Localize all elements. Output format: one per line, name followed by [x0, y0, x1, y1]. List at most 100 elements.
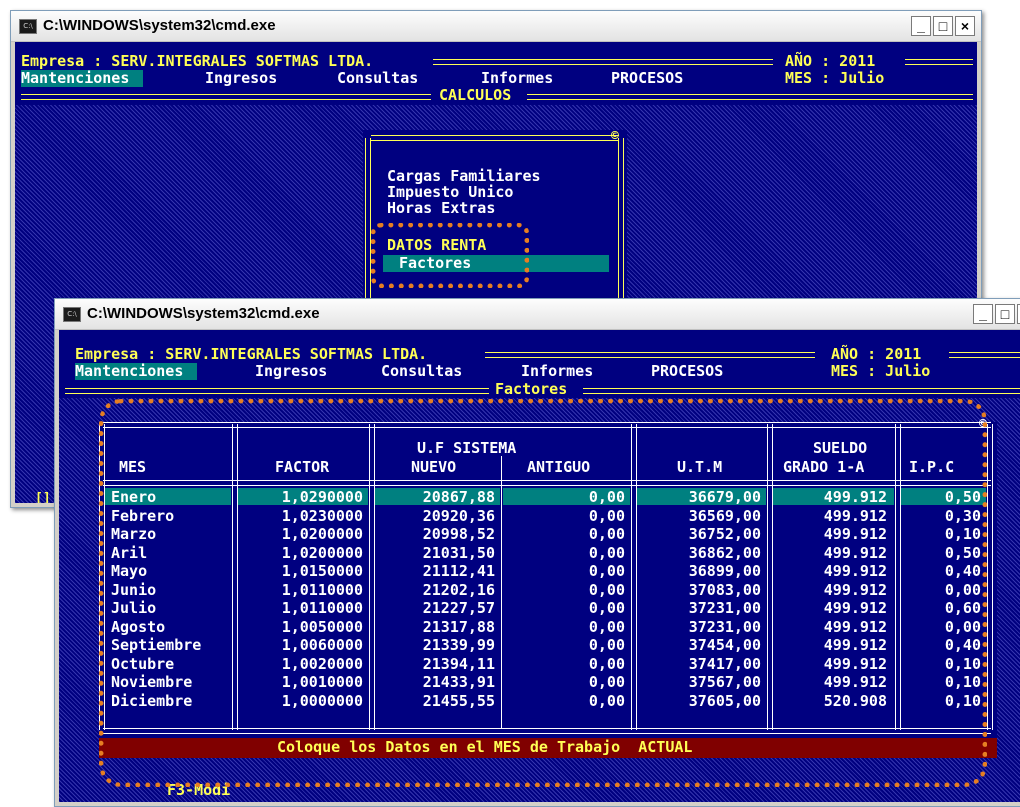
cell-antiguo: 0,00	[588, 636, 625, 654]
cell-utm: 37567,00	[688, 673, 761, 691]
cell-mes: Febrero	[111, 506, 175, 525]
cell-mes: Junio	[111, 580, 157, 599]
header-ipc: I.P.C	[909, 458, 955, 476]
table-row[interactable]: Mayo 1,0150000 21112,41 0,00 36899,00 499.912…	[99, 562, 997, 581]
front-console-area: Empresa : SERV.INTEGRALES SOFTMAS LTDA. …	[59, 330, 1020, 802]
table-row[interactable]: Enero 1,0290000 20867,88 0,00 36679,00 499.91…	[99, 488, 997, 507]
section-rule-right	[527, 94, 973, 100]
company-header: Empresa : SERV.INTEGRALES SOFTMAS LTDA.	[75, 345, 428, 363]
table-body: Enero 1,0290000 20867,88 0,00 36679,00 499.91…	[99, 488, 997, 728]
cell-nuevo: 21455,55	[422, 691, 495, 710]
year-label: AÑO : 2011	[785, 52, 876, 70]
cell-sueldo: 499.912	[823, 617, 887, 636]
cell-sueldo: 499.912	[823, 543, 887, 562]
cell-mes: Marzo	[111, 525, 157, 543]
header-rule-right	[949, 352, 1020, 358]
table-row[interactable]: Octubre 1,0020000 21394,11 0,00 37417,00 499.…	[99, 655, 997, 674]
year-label: AÑO : 2011	[831, 345, 922, 363]
cell-factor: 1,0050000	[281, 617, 363, 636]
cell-utm: 37231,00	[688, 599, 761, 617]
front-console-window: C:\ C:\WINDOWS\system32\cmd.exe _ □ × Em…	[54, 298, 1020, 807]
section-title: Factores	[495, 380, 568, 398]
cell-mes: Octubre	[111, 654, 175, 673]
cell-antiguo: 0,00	[588, 691, 625, 710]
cell-utm: 37231,00	[688, 617, 761, 636]
submenu-horas-extras[interactable]: Horas Extras	[387, 200, 495, 217]
header-factor: FACTOR	[275, 458, 330, 476]
submenu-factores[interactable]: Factores	[383, 255, 609, 272]
cell-ipc: 0,50	[944, 488, 981, 506]
status-bar: Coloque los Datos en el MES de Trabajo A…	[99, 738, 997, 758]
cell-ipc: 0,50	[944, 543, 981, 562]
table-row[interactable]: Agosto 1,0050000 21317,88 0,00 37231,00 499.9…	[99, 618, 997, 637]
cell-sueldo: 499.912	[823, 506, 887, 525]
cell-nuevo: 20920,36	[422, 506, 495, 525]
table-row[interactable]: Septiembre 1,0060000 21339,99 0,00 37454,00 4…	[99, 636, 997, 655]
menu-informes[interactable]: Informes	[521, 363, 593, 380]
table-row[interactable]: Junio 1,0110000 21202,16 0,00 37083,00 499.91…	[99, 581, 997, 600]
table-row[interactable]: Noviembre 1,0010000 21433,91 0,00 37567,00 49…	[99, 673, 997, 692]
minimize-button[interactable]: _	[973, 304, 993, 324]
month-label: MES : Julio	[831, 362, 931, 380]
cell-mes: Septiembre	[111, 636, 202, 654]
menu-ingresos[interactable]: Ingresos	[255, 363, 327, 380]
header-mes: MES	[119, 458, 147, 476]
menu-procesos[interactable]: PROCESOS	[611, 70, 683, 87]
front-title-bar[interactable]: C:\ C:\WINDOWS\system32\cmd.exe _ □ ×	[55, 299, 1020, 330]
menu-ingresos[interactable]: Ingresos	[205, 70, 277, 87]
cell-antiguo: 0,00	[588, 525, 625, 543]
back-window-title: C:\WINDOWS\system32\cmd.exe	[43, 17, 276, 34]
cell-factor: 1,0110000	[281, 599, 363, 617]
cell-antiguo: 0,00	[588, 543, 625, 562]
menu-consultas[interactable]: Consultas	[337, 70, 418, 87]
table-row[interactable]: Febrero 1,0230000 20920,36 0,00 36569,00 499.…	[99, 507, 997, 526]
cell-factor: 1,0230000	[281, 506, 363, 525]
factores-table: © U.F SISTEMA SUELDO MES FACTOR NUEVO AN…	[99, 417, 997, 740]
table-row[interactable]: Diciembre 1,0000000 21455,55 0,00 37605,00 52…	[99, 692, 997, 711]
cell-sueldo: 499.912	[823, 488, 887, 506]
menu-mantenciones[interactable]: Mantenciones	[21, 70, 144, 87]
header-nuevo: NUEVO	[411, 458, 457, 476]
cell-factor: 1,0010000	[281, 673, 363, 691]
table-row[interactable]: Julio 1,0110000 21227,57 0,00 37231,00 499.91…	[99, 599, 997, 618]
cell-utm: 37083,00	[688, 580, 761, 599]
cell-ipc: 0,40	[944, 636, 981, 654]
table-row[interactable]: Marzo 1,0200000 20998,52 0,00 36752,00 499.91…	[99, 525, 997, 544]
cell-nuevo: 21433,91	[422, 673, 495, 691]
header-grado: GRADO 1-A	[783, 458, 865, 476]
cell-ipc: 0,00	[944, 617, 981, 636]
cell-utm: 37417,00	[688, 654, 761, 673]
minimize-button[interactable]: _	[911, 16, 931, 36]
cell-antiguo: 0,00	[588, 617, 625, 636]
close-button[interactable]: ×	[955, 16, 975, 36]
header-utm: U.T.M	[677, 458, 723, 476]
cell-antiguo: 0,00	[588, 506, 625, 525]
cell-nuevo: 21394,11	[422, 654, 495, 673]
submenu-datos-renta[interactable]: DATOS RENTA	[387, 237, 486, 254]
cell-antiguo: 0,00	[588, 599, 625, 617]
cell-ipc: 0,00	[944, 580, 981, 599]
cell-ipc: 0,10	[944, 654, 981, 673]
cell-mes: Enero	[111, 488, 157, 506]
cell-sueldo: 499.912	[823, 599, 887, 617]
table-row[interactable]: Aril 1,0200000 21031,50 0,00 36862,00 499.912…	[99, 544, 997, 563]
cell-nuevo: 21202,16	[422, 580, 495, 599]
cell-mes: Noviembre	[111, 673, 193, 691]
menu-informes[interactable]: Informes	[481, 70, 553, 87]
cell-sueldo: 499.912	[823, 525, 887, 543]
menu-procesos[interactable]: PROCESOS	[651, 363, 723, 380]
cell-nuevo: 21317,88	[422, 617, 495, 636]
cell-sueldo: 499.912	[823, 673, 887, 691]
cell-factor: 1,0110000	[281, 580, 363, 599]
menu-mantenciones[interactable]: Mantenciones	[75, 363, 198, 380]
hotkey-f3-modify[interactable]: F3-Modi	[167, 782, 230, 799]
maximize-button[interactable]: □	[995, 304, 1015, 324]
maximize-button[interactable]: □	[933, 16, 953, 36]
cell-nuevo: 20998,52	[422, 525, 495, 543]
cell-factor: 1,0290000	[281, 488, 363, 506]
menu-consultas[interactable]: Consultas	[381, 363, 462, 380]
cell-utm: 36679,00	[688, 488, 761, 506]
submenu-top-border	[371, 135, 619, 141]
back-title-bar[interactable]: C:\ C:\WINDOWS\system32\cmd.exe _ □ ×	[11, 11, 981, 42]
cmd-icon: C:\	[63, 307, 81, 322]
